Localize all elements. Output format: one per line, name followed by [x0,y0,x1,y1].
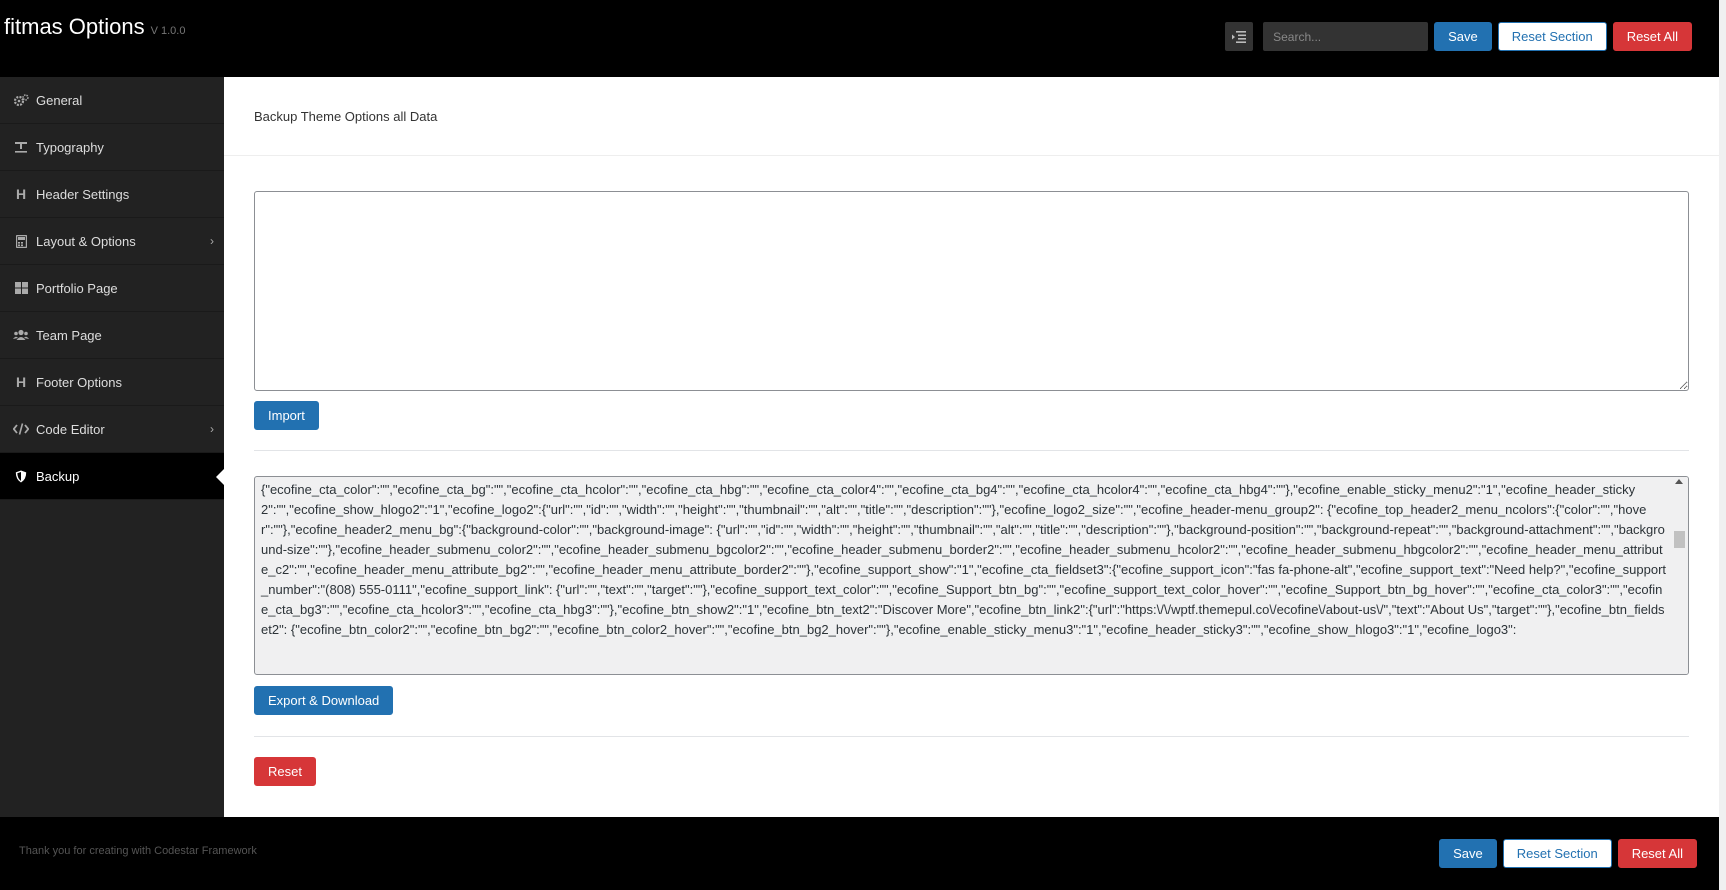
chevron-right-icon: › [210,234,214,248]
scroll-thumb[interactable] [1674,531,1685,548]
footer-save-button[interactable]: Save [1439,839,1497,868]
scrollbar[interactable] [1671,477,1688,674]
main-content: Backup Theme Options all Data Import {"e… [224,77,1719,817]
export-download-button[interactable]: Export & Download [254,686,394,715]
import-textarea[interactable] [254,191,1689,391]
footer-reset-section-button[interactable]: Reset Section [1502,839,1612,868]
sidebar-item-label: Code Editor [36,421,105,437]
code-icon [13,421,29,437]
sidebar-item-label: Header Settings [36,186,130,202]
reset-backup-button[interactable]: Reset [254,757,316,786]
section-title: Backup Theme Options all Data [254,109,438,124]
window-scrollbar-track [1719,0,1726,890]
sidebar-item-label: General [36,92,83,108]
header-bar: fitmas Options V 1.0.0 Save Reset Section… [0,0,1719,77]
app-title: fitmas Options V 1.0.0 [4,14,185,44]
sidebar-item-backup[interactable]: Backup [0,453,224,500]
sidebar-item-team-page[interactable]: Team Page [0,312,224,359]
sidebar-item-layout-options[interactable]: Layout & Options › [0,218,224,265]
sidebar-item-label: Backup [36,468,80,484]
footer-credit: Thank you for creating with Codestar Fra… [19,845,257,857]
divider [254,450,1689,451]
sidebar-item-label: Portfolio Page [36,280,118,296]
reset-section-button[interactable]: Reset Section [1497,22,1607,51]
sidebar-item-label: Layout & Options [36,233,136,249]
footer-bar: Thank you for creating with Codestar Fra… [0,817,1719,890]
heading-icon: H [15,374,27,390]
th-large-icon [13,280,29,296]
sidebar-item-label: Typography [36,139,104,155]
divider [254,736,1689,737]
expand-all-button[interactable] [1225,22,1254,51]
section-divider [224,155,1719,156]
chevron-right-icon: › [210,422,214,436]
footer-actions: Save Reset Section Reset All [1439,839,1697,868]
export-data-text: {"ecofine_cta_color":"","ecofine_cta_bg"… [261,482,1667,637]
sidebar-item-portfolio-page[interactable]: Portfolio Page [0,265,224,312]
sidebar-item-general[interactable]: General [0,77,224,124]
shield-icon [13,468,29,484]
sidebar-item-code-editor[interactable]: Code Editor › [0,406,224,453]
save-button[interactable]: Save [1434,22,1492,51]
sidebar-item-label: Team Page [36,327,102,343]
scroll-up-arrow-icon[interactable] [1675,479,1683,484]
indent-icon [1232,30,1247,43]
header-actions: Save Reset Section Reset All [1225,22,1692,51]
sidebar-item-typography[interactable]: Typography [0,124,224,171]
sidebar-item-header-settings[interactable]: H Header Settings [0,171,224,218]
import-button[interactable]: Import [254,401,319,430]
calculator-icon [13,233,29,249]
search-input[interactable] [1263,22,1429,51]
sidebar-item-label: Footer Options [36,374,122,390]
heading-icon: H [15,186,27,202]
users-icon [13,327,29,343]
text-height-icon [13,139,29,155]
sidebar-item-footer-options[interactable]: H Footer Options [0,359,224,406]
reset-all-button[interactable]: Reset All [1612,22,1692,51]
footer-reset-all-button[interactable]: Reset All [1617,839,1697,868]
version-label: V 1.0.0 [150,25,186,37]
gears-icon [13,92,29,108]
export-textarea[interactable]: {"ecofine_cta_color":"","ecofine_cta_bg"… [254,476,1689,675]
sidebar-nav: General Typography H Header Settings Lay… [0,77,224,817]
app-title-text: fitmas Options [4,14,145,39]
